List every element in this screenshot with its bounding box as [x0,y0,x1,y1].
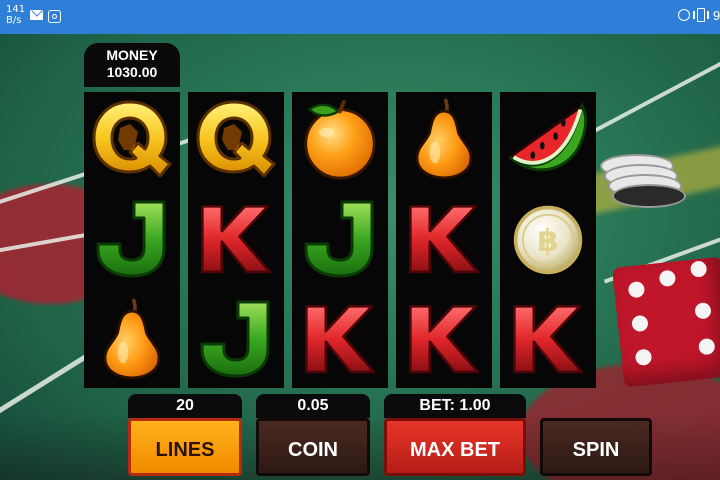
letter-q-symbol [84,92,180,188]
reel-5 [500,92,596,388]
bitcoin-coin-symbol [500,192,596,288]
letter-k-symbol [396,192,492,288]
letter-j-symbol [292,192,388,288]
max-bet-button[interactable]: MAX BET [384,418,526,476]
letter-j-symbol [84,192,180,288]
letter-k-symbol [292,292,388,388]
spin-button[interactable]: SPIN [540,418,652,476]
pear-symbol [84,292,180,388]
bet-value: BET: 1.00 [384,394,526,418]
letter-j-symbol [188,292,284,388]
pear-symbol [396,92,492,188]
instagram-icon [48,10,61,23]
reel-2 [188,92,284,388]
money-label: MONEY [106,47,158,63]
coin-value: 0.05 [256,394,370,418]
watermelon-symbol [500,92,596,188]
status-bar: 141 B/s 9 [0,0,720,34]
reel-4 [396,92,492,388]
alarm-icon [678,9,690,21]
letter-q-symbol [188,92,284,188]
vibrate-icon [693,8,709,22]
lines-button[interactable]: LINES [128,418,242,476]
coin-button[interactable]: COIN [256,418,370,476]
letter-k-symbol [500,292,596,388]
letter-k-symbol [188,192,284,288]
money-display: MONEY 1030.00 [84,43,180,87]
poker-chips [600,154,690,224]
orange-symbol [292,92,388,188]
reel-1 [84,92,180,388]
red-dice [612,256,720,388]
money-value: 1030.00 [106,64,158,80]
status-trailing-glyph: 9 [713,8,720,23]
lines-value: 20 [128,394,242,418]
mail-icon [30,10,43,20]
letter-k-symbol [396,292,492,388]
reel-3 [292,92,388,388]
